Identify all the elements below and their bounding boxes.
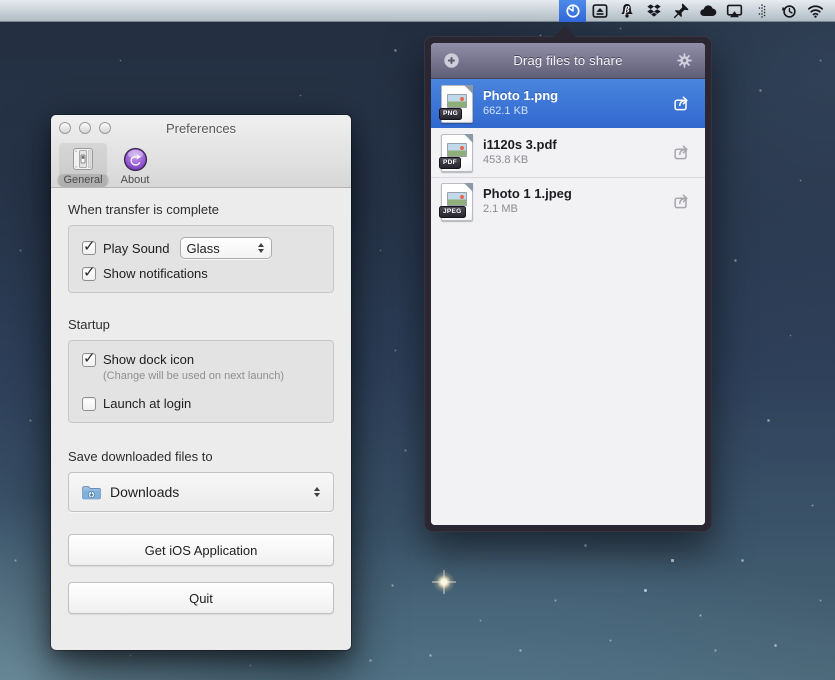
share-popover: Drag files to share PNG Photo 1.png 662.… (424, 36, 712, 532)
sound-select[interactable]: Glass (180, 237, 272, 259)
play-sound-label: Play Sound (103, 241, 170, 256)
time-machine-icon[interactable] (775, 0, 802, 22)
file-row-i1120s-3-pdf[interactable]: PDF i1120s 3.pdf 453.8 KB (431, 128, 705, 177)
airplay-icon[interactable] (721, 0, 748, 22)
file-row-photo-1-1-jpeg[interactable]: JPEG Photo 1 1.jpeg 2.1 MB (431, 177, 705, 226)
menu-bar-status-icons: β (559, 0, 829, 22)
launch-at-login-checkbox[interactable] (82, 397, 96, 411)
tab-general[interactable]: General (59, 143, 107, 187)
startup-group: Show dock icon (Change will be used on n… (68, 340, 334, 423)
stepper-arrows-icon (314, 487, 321, 497)
file-type-badge: JPEG (439, 206, 466, 218)
svg-text:β: β (623, 4, 630, 14)
add-file-button[interactable] (441, 51, 461, 71)
dock-icon-note: (Change will be used on next launch) (103, 370, 320, 382)
show-dock-icon-checkbox[interactable] (82, 353, 96, 367)
window-title: Preferences (51, 121, 351, 136)
stepper-arrows-icon (258, 243, 265, 253)
cloud-icon[interactable] (694, 0, 721, 22)
menu-bar: β (0, 0, 835, 22)
show-notifications-checkbox[interactable] (82, 267, 96, 281)
file-type-badge: PDF (439, 157, 461, 169)
transfer-complete-label: When transfer is complete (68, 202, 334, 217)
file-list: PNG Photo 1.png 662.1 KB PDF (431, 79, 705, 525)
notifications-beta-bell-icon[interactable]: β (613, 0, 640, 22)
play-sound-checkbox[interactable] (82, 241, 96, 255)
file-row-photo-1-png[interactable]: PNG Photo 1.png 662.1 KB (431, 79, 705, 128)
desktop-wallpaper: β (0, 0, 835, 680)
window-chrome: Preferences General About (51, 115, 351, 188)
png-file-icon: PNG (441, 85, 473, 123)
startup-label: Startup (68, 317, 334, 332)
share-popover-header: Drag files to share (431, 43, 705, 79)
show-notifications-label: Show notifications (103, 266, 208, 281)
upload-box-icon[interactable] (586, 0, 613, 22)
save-to-label: Save downloaded files to (68, 449, 334, 464)
pushpin-icon[interactable] (667, 0, 694, 22)
transfer-timer-icon[interactable] (559, 0, 586, 22)
share-file-button[interactable] (671, 94, 693, 114)
pdf-file-icon: PDF (441, 134, 473, 172)
settings-gear-icon[interactable] (675, 51, 695, 71)
quit-button[interactable]: Quit (68, 582, 334, 614)
share-file-button[interactable] (671, 143, 693, 163)
share-popover-body: Drag files to share PNG Photo 1.png 662.… (431, 43, 705, 525)
save-folder-select[interactable]: Downloads (68, 472, 334, 512)
tab-about[interactable]: About (111, 143, 159, 187)
save-folder-value: Downloads (110, 484, 314, 500)
preferences-toolbar: General About (51, 141, 351, 187)
preferences-content: When transfer is complete Play Sound Gla… (51, 188, 351, 614)
bright-star (432, 570, 456, 594)
dropbox-icon[interactable] (640, 0, 667, 22)
general-switch-icon (68, 145, 98, 173)
file-name: Photo 1.png (483, 88, 671, 104)
bluetooth-icon[interactable] (748, 0, 775, 22)
downloads-folder-icon (81, 484, 102, 501)
transfer-complete-group: Play Sound Glass Show notifications (68, 225, 334, 293)
share-file-button[interactable] (671, 192, 693, 212)
launch-at-login-label: Launch at login (103, 396, 191, 411)
file-size: 662.1 KB (483, 104, 671, 118)
jpeg-file-icon: JPEG (441, 183, 473, 221)
file-size: 2.1 MB (483, 202, 671, 216)
file-size: 453.8 KB (483, 153, 671, 167)
sound-select-value: Glass (187, 241, 258, 256)
file-name: i1120s 3.pdf (483, 137, 671, 153)
tab-general-label: General (57, 174, 108, 187)
wifi-icon[interactable] (802, 0, 829, 22)
tab-about-label: About (115, 174, 156, 187)
show-dock-icon-label: Show dock icon (103, 352, 194, 367)
title-bar[interactable]: Preferences (51, 115, 351, 141)
file-type-badge: PNG (439, 108, 462, 120)
get-ios-app-button[interactable]: Get iOS Application (68, 534, 334, 566)
file-name: Photo 1 1.jpeg (483, 186, 671, 202)
popover-title: Drag files to share (513, 53, 622, 68)
about-swirl-icon (120, 145, 150, 173)
preferences-window: Preferences General About When tran (51, 115, 351, 650)
